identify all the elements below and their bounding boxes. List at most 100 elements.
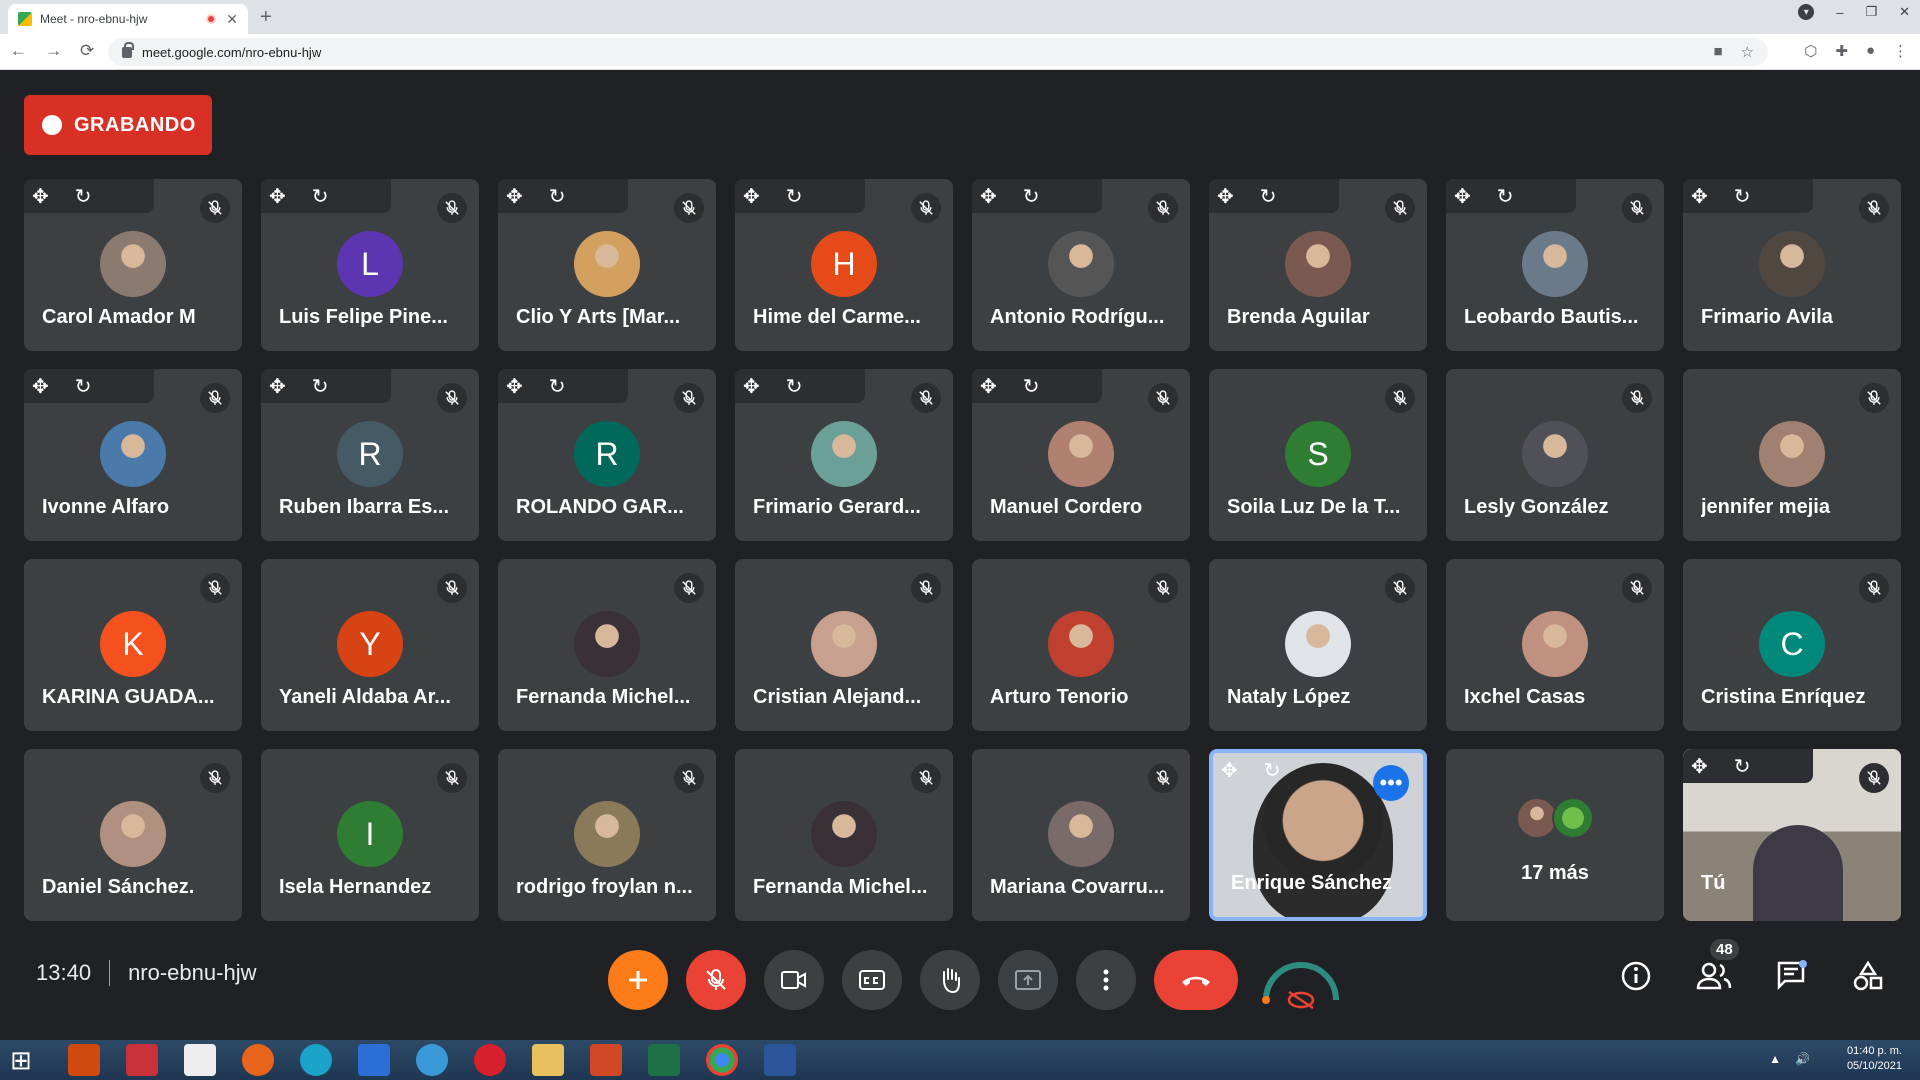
minimize-button[interactable]: – bbox=[1836, 5, 1843, 20]
app-icon-file[interactable] bbox=[184, 1044, 216, 1076]
refresh-icon[interactable]: ↻ bbox=[1023, 184, 1040, 209]
participant-tile[interactable]: Arturo Tenorio bbox=[972, 559, 1190, 731]
add-activity-button[interactable] bbox=[608, 950, 668, 1010]
participant-tile[interactable]: ✥ ↻ H Hime del Carme... bbox=[735, 179, 953, 351]
more-participants-tile[interactable]: 17 más bbox=[1446, 749, 1664, 921]
participant-tile[interactable]: Y Yaneli Aldaba Ar... bbox=[261, 559, 479, 731]
participant-tile[interactable]: ✥ ↻ Manuel Cordero bbox=[972, 369, 1190, 541]
internet-explorer-icon[interactable] bbox=[416, 1044, 448, 1076]
tab-close-icon[interactable]: ✕ bbox=[226, 11, 238, 28]
app-icon-docs[interactable] bbox=[358, 1044, 390, 1076]
forward-button[interactable]: → bbox=[45, 41, 62, 61]
refresh-icon[interactable]: ↻ bbox=[75, 374, 92, 399]
move-icon[interactable]: ✥ bbox=[32, 374, 49, 399]
extensions-puzzle-icon[interactable]: ✚ bbox=[1835, 42, 1848, 60]
extension-cube-icon[interactable]: ⬡ bbox=[1804, 42, 1817, 60]
move-icon[interactable]: ✥ bbox=[980, 374, 997, 399]
participant-tile[interactable]: K KARINA GUADA... bbox=[24, 559, 242, 731]
activities-button[interactable] bbox=[1852, 960, 1884, 997]
close-window-button[interactable]: ✕ bbox=[1899, 4, 1910, 20]
app-icon-game[interactable] bbox=[126, 1044, 158, 1076]
tile-more-options-button[interactable]: ••• bbox=[1373, 765, 1409, 801]
people-button[interactable]: 48 bbox=[1696, 939, 1739, 996]
chrome-icon[interactable] bbox=[706, 1044, 738, 1076]
participant-tile[interactable]: Mariana Covarru... bbox=[972, 749, 1190, 921]
participant-tile[interactable]: ✥ ↻ Frimario Gerard... bbox=[735, 369, 953, 541]
participant-tile[interactable]: I Isela Hernandez bbox=[261, 749, 479, 921]
edge-icon[interactable] bbox=[300, 1044, 332, 1076]
browser-tab[interactable]: Meet - nro-ebnu-hjw ✕ bbox=[8, 4, 248, 34]
participant-tile[interactable]: rodrigo froylan n... bbox=[498, 749, 716, 921]
participant-tile[interactable]: Cristian Alejand... bbox=[735, 559, 953, 731]
chrome-menu-icon[interactable]: ⋮ bbox=[1893, 42, 1908, 60]
active-speaker-tile[interactable]: ✥ ↻ ••• Enrique Sánchez bbox=[1209, 749, 1427, 921]
participant-tile[interactable]: ✥ ↻ Antonio Rodrígu... bbox=[972, 179, 1190, 351]
word-icon[interactable] bbox=[764, 1044, 796, 1076]
refresh-icon[interactable]: ↻ bbox=[1734, 754, 1751, 779]
chat-button[interactable] bbox=[1776, 960, 1808, 997]
refresh-icon[interactable]: ↻ bbox=[1734, 184, 1751, 209]
camera-toggle-button[interactable] bbox=[764, 950, 824, 1010]
move-icon[interactable]: ✥ bbox=[1691, 184, 1708, 209]
move-icon[interactable]: ✥ bbox=[1217, 184, 1234, 209]
move-icon[interactable]: ✥ bbox=[743, 374, 760, 399]
participant-tile[interactable]: Lesly González bbox=[1446, 369, 1664, 541]
refresh-icon[interactable]: ↻ bbox=[1497, 184, 1514, 209]
excel-icon[interactable] bbox=[648, 1044, 680, 1076]
meeting-code[interactable]: nro-ebnu-hjw bbox=[128, 960, 256, 986]
refresh-icon[interactable]: ↻ bbox=[1023, 374, 1040, 399]
participant-tile[interactable]: Ixchel Casas bbox=[1446, 559, 1664, 731]
visual-effects-gauge-icon[interactable] bbox=[1256, 948, 1346, 1012]
participant-tile[interactable]: ✥ ↻ R Ruben Ibarra Es... bbox=[261, 369, 479, 541]
participant-tile[interactable]: ✥ ↻ Brenda Aguilar bbox=[1209, 179, 1427, 351]
participant-tile[interactable]: ✥ ↻ Leobardo Bautis... bbox=[1446, 179, 1664, 351]
refresh-icon[interactable]: ↻ bbox=[312, 184, 329, 209]
refresh-icon[interactable]: ↻ bbox=[1264, 758, 1281, 783]
tray-arrow-icon[interactable]: ▲ bbox=[1769, 1052, 1781, 1066]
participant-tile[interactable]: ✥ ↻ Ivonne Alfaro bbox=[24, 369, 242, 541]
refresh-icon[interactable]: ↻ bbox=[549, 184, 566, 209]
participant-tile[interactable]: Daniel Sánchez. bbox=[24, 749, 242, 921]
camera-permission-icon[interactable]: ■ bbox=[1713, 43, 1722, 61]
participant-tile[interactable]: jennifer mejia bbox=[1683, 369, 1901, 541]
volume-icon[interactable]: 🔊 bbox=[1795, 1052, 1810, 1066]
powerpoint-icon[interactable] bbox=[590, 1044, 622, 1076]
meeting-details-button[interactable] bbox=[1620, 960, 1652, 997]
reload-button[interactable]: ⟳ bbox=[80, 41, 94, 61]
captions-button[interactable] bbox=[842, 950, 902, 1010]
move-icon[interactable]: ✥ bbox=[1454, 184, 1471, 209]
taskbar-clock[interactable]: 01:40 p. m. 05/10/2021 bbox=[1847, 1044, 1902, 1074]
move-icon[interactable]: ✥ bbox=[743, 184, 760, 209]
firefox-icon[interactable] bbox=[242, 1044, 274, 1076]
raise-hand-button[interactable] bbox=[920, 950, 980, 1010]
move-icon[interactable]: ✥ bbox=[269, 374, 286, 399]
move-icon[interactable]: ✥ bbox=[506, 184, 523, 209]
refresh-icon[interactable]: ↻ bbox=[1260, 184, 1277, 209]
back-button[interactable]: ← bbox=[10, 41, 27, 61]
self-view-tile[interactable]: ✥ ↻ Tú bbox=[1683, 749, 1901, 921]
participant-tile[interactable]: Fernanda Michel... bbox=[735, 749, 953, 921]
leave-call-button[interactable] bbox=[1154, 950, 1238, 1010]
windows-start-icon[interactable]: ⊞ bbox=[10, 1044, 42, 1076]
participant-tile[interactable]: ✥ ↻ Carol Amador M bbox=[24, 179, 242, 351]
refresh-icon[interactable]: ↻ bbox=[312, 374, 329, 399]
maximize-button[interactable]: ❐ bbox=[1865, 4, 1877, 20]
opera-icon[interactable] bbox=[474, 1044, 506, 1076]
move-icon[interactable]: ✥ bbox=[1691, 754, 1708, 779]
participant-tile[interactable]: ✥ ↻ L Luis Felipe Pine... bbox=[261, 179, 479, 351]
present-screen-button[interactable] bbox=[998, 950, 1058, 1010]
profile-avatar-icon[interactable]: ● bbox=[1866, 42, 1875, 60]
profile-menu-icon[interactable]: ▾ bbox=[1798, 4, 1815, 20]
participant-tile[interactable]: ✥ ↻ Clio Y Arts [Mar... bbox=[498, 179, 716, 351]
participant-tile[interactable]: ✥ ↻ R ROLANDO GAR... bbox=[498, 369, 716, 541]
new-tab-button[interactable]: + bbox=[260, 6, 272, 29]
more-options-button[interactable] bbox=[1076, 950, 1136, 1010]
refresh-icon[interactable]: ↻ bbox=[75, 184, 92, 209]
participant-tile[interactable]: C Cristina Enríquez bbox=[1683, 559, 1901, 731]
move-icon[interactable]: ✥ bbox=[269, 184, 286, 209]
bookmark-star-icon[interactable]: ☆ bbox=[1741, 43, 1754, 61]
participant-tile[interactable]: Nataly López bbox=[1209, 559, 1427, 731]
file-explorer-icon[interactable] bbox=[532, 1044, 564, 1076]
move-icon[interactable]: ✥ bbox=[1221, 758, 1238, 783]
move-icon[interactable]: ✥ bbox=[980, 184, 997, 209]
